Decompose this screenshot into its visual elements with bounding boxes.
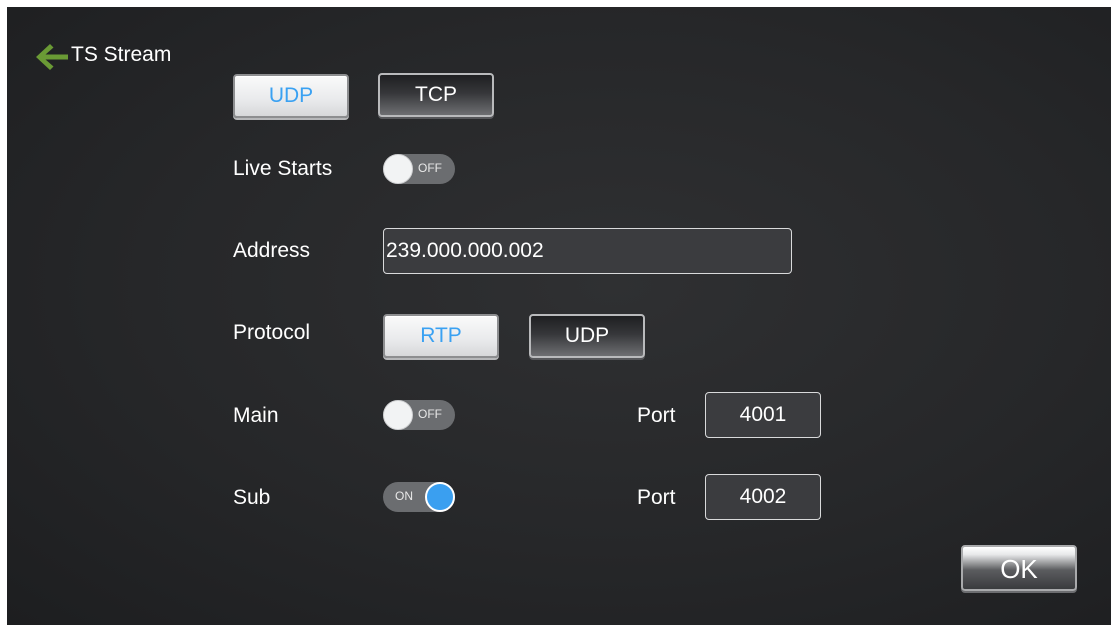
ts-stream-screen: TS Stream UDP TCP Live Starts OFF Addres… [7, 7, 1111, 625]
toggle-state-text: OFF [418, 407, 442, 421]
main-port-input[interactable] [705, 392, 821, 438]
sub-label: Sub [233, 486, 271, 509]
sub-toggle[interactable]: ON [383, 482, 455, 512]
toggle-state-text: OFF [418, 161, 442, 175]
toggle-knob [383, 154, 413, 184]
live-starts-label: Live Starts [233, 157, 333, 180]
ok-button[interactable]: OK [961, 545, 1077, 591]
page-title: TS Stream [71, 43, 172, 66]
protocol-rtp-button[interactable]: RTP [383, 314, 499, 358]
transport-tcp-button[interactable]: TCP [378, 73, 494, 117]
address-label: Address [233, 239, 311, 262]
protocol-label: Protocol [233, 321, 311, 344]
protocol-udp-button[interactable]: UDP [529, 314, 645, 358]
transport-udp-button[interactable]: UDP [233, 74, 349, 118]
live-starts-toggle[interactable]: OFF [383, 154, 455, 184]
main-toggle[interactable]: OFF [383, 400, 455, 430]
toggle-knob [425, 482, 455, 512]
ok-label: OK [1000, 553, 1038, 584]
arrow-left-icon [36, 44, 68, 70]
toggle-state-text: ON [395, 489, 413, 503]
address-input[interactable] [383, 228, 792, 274]
sub-port-input[interactable] [705, 474, 821, 520]
sub-port-label: Port [637, 486, 676, 509]
toggle-knob [383, 400, 413, 430]
main-label: Main [233, 404, 279, 427]
main-port-label: Port [637, 404, 676, 427]
back-button[interactable] [34, 40, 70, 74]
